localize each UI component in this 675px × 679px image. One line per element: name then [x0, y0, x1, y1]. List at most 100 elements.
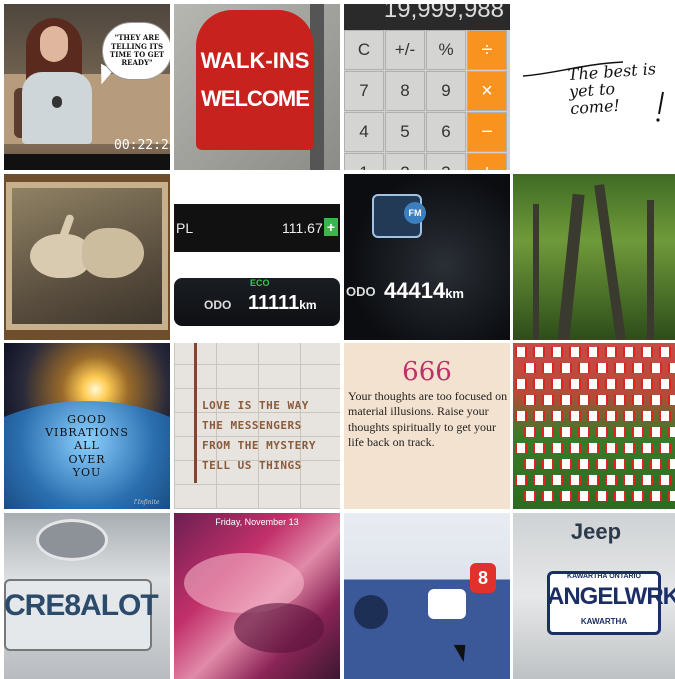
flag	[533, 475, 545, 485]
flag	[596, 395, 608, 405]
flag	[623, 411, 635, 421]
flag	[524, 363, 536, 373]
flag	[668, 459, 675, 469]
calculator-key: 1	[344, 153, 384, 170]
flag	[623, 347, 635, 357]
hyundai-plate-tile: CRE8ALOT	[4, 513, 170, 679]
flag	[650, 427, 662, 437]
hyundai-logo-icon	[36, 519, 108, 561]
odo-value: 11111	[248, 292, 300, 314]
flag	[578, 427, 590, 437]
speech-bubble: "THEY ARE TELLING ITS TIME TO GET READY"	[102, 22, 170, 80]
flag	[578, 363, 590, 373]
walk-ins-sign-tile: WALK-INS WELCOME	[174, 4, 340, 170]
flag	[659, 411, 671, 421]
flag	[668, 427, 675, 437]
cursor-icon	[453, 639, 473, 663]
flag	[659, 443, 671, 453]
alien-logo-icon	[52, 96, 62, 108]
flag	[614, 395, 626, 405]
jeep-logo: Jeep	[570, 519, 622, 544]
calculator-key: −	[467, 112, 507, 152]
flag	[668, 491, 675, 501]
calculator-key: %	[426, 30, 466, 70]
calculator-key: 9	[426, 71, 466, 111]
flag	[578, 395, 590, 405]
flag	[578, 491, 590, 501]
flag	[641, 347, 653, 357]
calculator-key: 2	[385, 153, 425, 170]
flag	[542, 427, 554, 437]
flag	[587, 443, 599, 453]
plate-province: KAWARTHA ONTARIO	[547, 573, 661, 580]
flag	[596, 363, 608, 373]
video-frame-tile: "THEY ARE TELLING ITS TIME TO GET READY"…	[4, 4, 170, 170]
flag	[551, 411, 563, 421]
flag	[542, 491, 554, 501]
swan-painting-tile	[4, 174, 170, 340]
friends-icon	[354, 595, 388, 629]
notifications-tile: 8	[344, 513, 510, 679]
flag	[614, 363, 626, 373]
signature: l'Infinite	[134, 499, 160, 506]
flag	[533, 443, 545, 453]
odo-label: ODO	[204, 298, 232, 312]
photo-collage: "THEY ARE TELLING ITS TIME TO GET READY"…	[0, 0, 675, 679]
plate-text: ANGELWRK	[547, 583, 675, 610]
odo-reading: 11111km	[248, 292, 317, 315]
tree-trunk	[557, 193, 585, 340]
flag	[650, 459, 662, 469]
flag	[641, 443, 653, 453]
flag	[569, 347, 581, 357]
video-bar	[4, 154, 170, 170]
flag	[542, 459, 554, 469]
letterboard-line: FROM THE MYSTERY	[202, 439, 316, 452]
odo-label: ODO	[346, 284, 376, 299]
calculator-key: 8	[385, 71, 425, 111]
flag	[587, 475, 599, 485]
flag	[632, 427, 644, 437]
notification-badge: 8	[470, 563, 496, 593]
flag	[659, 347, 671, 357]
flag	[515, 379, 527, 389]
flag	[632, 363, 644, 373]
flag	[515, 347, 527, 357]
flag	[533, 347, 545, 357]
flag	[587, 347, 599, 357]
flag	[650, 491, 662, 501]
quote-text: GOOD VIBRATIONS ALL OVER YOU	[4, 413, 170, 479]
flag	[578, 459, 590, 469]
flag	[596, 459, 608, 469]
tree-trunk	[647, 200, 654, 340]
flag	[605, 379, 617, 389]
flag	[641, 379, 653, 389]
flags-field-tile	[513, 343, 675, 509]
flag	[623, 475, 635, 485]
flag	[560, 427, 572, 437]
hanging-rope	[194, 343, 197, 483]
calculator-key: ÷	[467, 30, 507, 70]
person-face	[40, 26, 68, 62]
jeep-plate-tile: Jeep KAWARTHA ONTARIO ANGELWRK KAWARTHA	[513, 513, 675, 679]
flag	[542, 395, 554, 405]
forest-tile	[513, 174, 675, 340]
stock-symbol: PL	[176, 220, 194, 236]
flag	[533, 379, 545, 389]
numerology-card-tile: 666 Your thoughts are too focused on mat…	[344, 343, 510, 509]
flag	[668, 363, 675, 373]
flag	[515, 411, 527, 421]
calculator-key: ×	[467, 71, 507, 111]
flag	[542, 363, 554, 373]
quote-line: YOU	[72, 465, 102, 479]
flag	[533, 411, 545, 421]
quote-line: OVER	[68, 452, 106, 466]
flag	[560, 491, 572, 501]
plus-icon: +	[324, 218, 338, 236]
lockscreen-date: Friday, November 13	[215, 517, 299, 527]
flag	[641, 475, 653, 485]
flag	[524, 491, 536, 501]
flag	[551, 347, 563, 357]
flag	[605, 347, 617, 357]
flag	[551, 475, 563, 485]
letterboard-tile: LOVE IS THE WAY THE MESSENGERS FROM THE …	[174, 343, 340, 509]
